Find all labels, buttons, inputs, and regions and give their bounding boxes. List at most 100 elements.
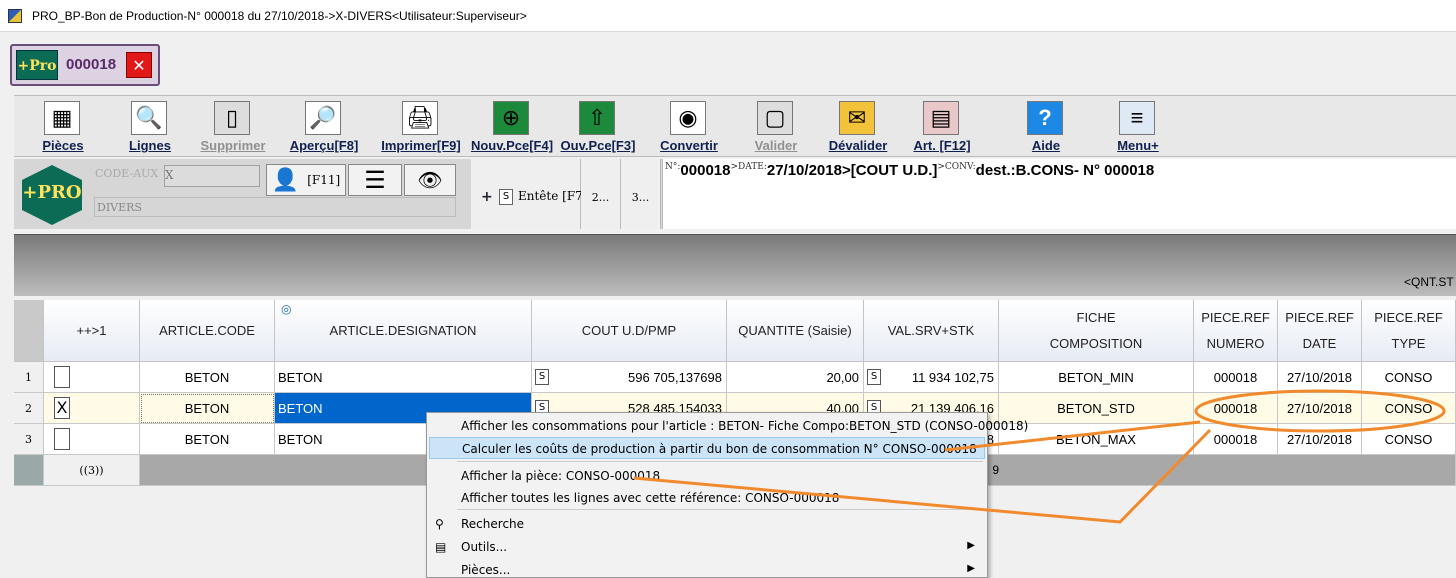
toolbar-label: Art. [F12] xyxy=(913,138,971,153)
column-header-text: QUANTITE (Saisie) xyxy=(738,322,852,338)
toolbar-printer-button[interactable]: 🖨 Imprimer[F9] xyxy=(379,99,463,155)
date-value: 27/10/2018 xyxy=(766,162,842,179)
cell-text: BETON xyxy=(278,370,323,385)
s-badge[interactable]: S xyxy=(535,369,549,385)
convert-icon: ◉ xyxy=(670,101,706,135)
column-header[interactable]: VAL.SRV+STK xyxy=(864,300,999,362)
context-menu-item[interactable]: Pièces... ▶ xyxy=(429,559,985,578)
unvalidate-icon: ✉ xyxy=(839,101,875,135)
cell-text: BETON xyxy=(278,401,323,416)
context-menu: Afficher les consommations pour l'articl… xyxy=(426,412,1028,578)
s-badge[interactable]: S xyxy=(867,369,881,385)
cell-cout[interactable]: 596 705,137698 S xyxy=(532,362,727,393)
toolbar-delete-button[interactable]: ▯ Supprimer xyxy=(191,99,275,155)
context-menu-item[interactable]: Afficher toutes les lignes avec cette ré… xyxy=(429,487,985,509)
code-aux-field[interactable]: X xyxy=(164,165,260,187)
cell-text: 11 934 102,75 xyxy=(911,370,994,385)
context-menu-item[interactable]: Afficher les consommations pour l'articl… xyxy=(429,415,1028,437)
cell-designation[interactable]: BETON xyxy=(275,362,532,393)
row-checkbox-cell: X xyxy=(44,393,140,424)
footer-row-number xyxy=(14,455,44,486)
context-menu-separator xyxy=(457,461,983,462)
toolbar-open-piece-button[interactable]: ⇧ Ouv.Pce[F3] xyxy=(556,99,640,155)
cell-fiche[interactable]: BETON_MIN xyxy=(999,362,1194,393)
row-number: 2 xyxy=(14,393,44,424)
cell-ref-num[interactable]: 000018 xyxy=(1194,393,1278,424)
column-header-text: DATE xyxy=(1302,335,1337,351)
column-header[interactable]: ++>1 xyxy=(44,300,140,362)
column-header[interactable]: ARTICLE.DESIGNATION ◎ xyxy=(275,300,532,362)
row-checkbox[interactable] xyxy=(54,366,70,388)
column-header[interactable]: FICHE COMPOSITION xyxy=(999,300,1194,362)
row-checkbox[interactable]: X xyxy=(54,397,70,419)
list-menu-button[interactable]: ☰ xyxy=(348,164,402,196)
cell-ref-date[interactable]: 27/10/2018 xyxy=(1278,424,1362,455)
summary-bar: <QNT.ST xyxy=(14,234,1456,296)
cell-code[interactable]: BETON xyxy=(140,393,275,424)
cell-text: BETON_STD xyxy=(1057,401,1135,416)
qnt-stock-label: <QNT.ST xyxy=(1404,275,1454,289)
tab-entete[interactable]: + S Entête [F7] xyxy=(471,159,587,229)
cell-text: 596 705,137698 xyxy=(628,370,722,385)
help-icon: ? xyxy=(1027,101,1063,135)
column-header[interactable]: PIECE.REF TYPE xyxy=(1362,300,1456,362)
context-menu-item-label: Afficher la pièce: CONSO-000018 xyxy=(461,469,661,483)
cell-code[interactable]: BETON xyxy=(140,424,275,455)
context-menu-item[interactable]: Afficher la pièce: CONSO-000018 xyxy=(429,465,985,487)
menu-icon: ≡ xyxy=(1119,101,1155,135)
cell-ref-num[interactable]: 000018 xyxy=(1194,424,1278,455)
close-tab-button[interactable]: ✕ xyxy=(126,52,152,78)
toolbar-help-button[interactable]: ? Aide xyxy=(1004,99,1088,155)
cell-ref-type[interactable]: CONSO xyxy=(1362,362,1456,393)
column-header-text: COUT U.D/PMP xyxy=(581,322,677,338)
cell-text: CONSO xyxy=(1384,401,1433,416)
piece-info-line: N°:000018>DATE:27/10/2018>[COUT U.D.]>CO… xyxy=(665,162,1154,179)
cell-code[interactable]: BETON xyxy=(140,362,275,393)
column-header[interactable]: QUANTITE (Saisie) xyxy=(727,300,864,362)
pro-logo-large-icon: +PRO xyxy=(22,165,82,225)
toolbar-preview-button[interactable]: 🔎 Aperçu[F8] xyxy=(282,99,366,155)
n-value: 000018 xyxy=(680,162,731,179)
app-icon xyxy=(8,9,22,23)
cell-ref-date[interactable]: 27/10/2018 xyxy=(1278,362,1362,393)
cell-quantite[interactable]: 20,00 xyxy=(727,362,864,393)
context-menu-item[interactable]: Calculer les coûts de production à parti… xyxy=(429,437,985,459)
toolbar-grid-button[interactable]: ▦ Pièces xyxy=(21,99,105,155)
context-menu-item[interactable]: Outils... ▤ ▶ xyxy=(429,536,985,558)
submenu-arrow-icon: ▶ xyxy=(967,540,975,551)
context-menu-item[interactable]: Recherche ⚲ xyxy=(429,513,985,535)
eye-icon: 👁 xyxy=(417,169,443,192)
column-header[interactable]: COUT U.D/PMP xyxy=(532,300,727,362)
tab-2[interactable]: 2... xyxy=(581,159,621,229)
cell-text: CONSO xyxy=(1384,432,1433,447)
conv-label: >CONV: xyxy=(937,162,976,172)
cell-text: BETON_MAX xyxy=(1056,432,1136,447)
cell-ref-type[interactable]: CONSO xyxy=(1362,424,1456,455)
user-f11-button[interactable]: 👤 [F11] xyxy=(266,164,346,196)
row-checkbox-cell xyxy=(44,424,140,455)
column-header-text: ARTICLE.DESIGNATION xyxy=(329,322,477,338)
toolbar-menu-button[interactable]: ≡ Menu+ xyxy=(1096,99,1180,155)
toolbar-convert-button[interactable]: ◉ Convertir xyxy=(647,99,731,155)
column-header[interactable]: PIECE.REF DATE xyxy=(1278,300,1362,362)
articles-icon: ▤ xyxy=(923,101,959,135)
validate-icon: ▢ xyxy=(757,101,793,135)
toolbar-articles-button[interactable]: ▤ Art. [F12] xyxy=(900,99,984,155)
refresh-icon[interactable]: ◎ xyxy=(281,296,291,322)
column-header-text: COMPOSITION xyxy=(1049,335,1143,351)
footer-count: ((3)) xyxy=(44,455,140,486)
cell-val[interactable]: 11 934 102,75 S xyxy=(864,362,999,393)
column-header[interactable]: ARTICLE.CODE xyxy=(140,300,275,362)
column-header[interactable]: PIECE.REF NUMERO xyxy=(1194,300,1278,362)
cell-text: 27/10/2018 xyxy=(1286,370,1353,385)
view-button[interactable]: 👁 xyxy=(404,164,456,196)
submenu-arrow-icon: ▶ xyxy=(967,563,975,574)
tab-3[interactable]: 3... xyxy=(621,159,661,229)
cell-ref-type[interactable]: CONSO xyxy=(1362,393,1456,424)
row-checkbox[interactable] xyxy=(54,428,70,450)
divers-field[interactable]: DIVERS xyxy=(94,197,456,217)
cell-ref-num[interactable]: 000018 xyxy=(1194,362,1278,393)
cell-ref-date[interactable]: 27/10/2018 xyxy=(1278,393,1362,424)
code-aux-label: CODE-AUX xyxy=(95,167,159,180)
document-tab[interactable]: +Pro 000018 ✕ xyxy=(10,44,160,86)
